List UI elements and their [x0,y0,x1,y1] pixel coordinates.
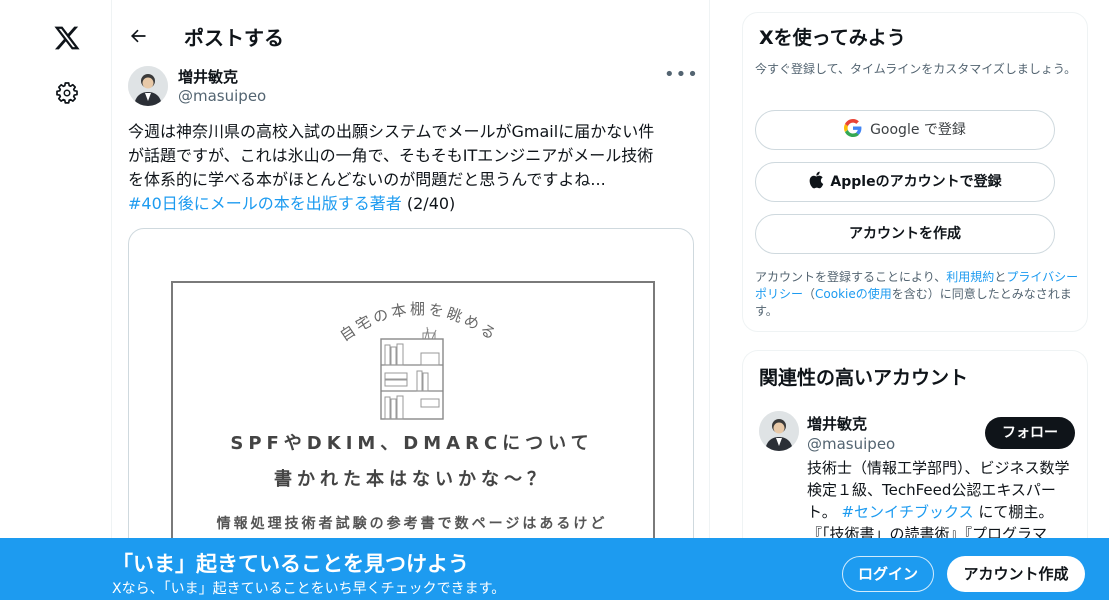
create-account-button[interactable]: アカウントを作成 [755,214,1055,254]
follow-button[interactable]: フォロー [985,417,1075,449]
post-media-image[interactable]: 自宅の本棚を眺める SPFやDKIM、DMARCについて 書かれた本はないかな～… [128,228,694,568]
post-author: 増井敏克 @masuipeo ••• [128,64,698,110]
media-text-line2: 書かれた本はないかな～？ [274,469,550,490]
related-account-bio: 技術士（情報工学部門）、ビジネス数学検定１級、TechFeed公認エキスパート。… [807,457,1077,545]
apple-signup-label: Appleのアカウントで登録 [830,174,1002,190]
related-account-handle[interactable]: @masuipeo [807,435,895,453]
media-text-line3: 情報処理技術者試験の参考書で数ページはあるけど [216,516,608,532]
terms-text-part: と [994,270,1007,284]
arrow-left-icon[interactable] [128,26,148,46]
post-text-line: を体系的に学べる本がほとんどないのが問題だと思うんですよね... [128,170,606,189]
media-text-line1: SPFやDKIM、DMARCについて [230,433,594,454]
bookshelf-illustration [380,326,444,420]
gear-icon[interactable] [55,81,79,105]
avatar[interactable] [759,411,799,451]
signup-card: Xを使ってみよう 今すぐ登録して、タイムラインをカスタマイズしましょう。 Goo… [742,12,1088,332]
author-name[interactable]: 増井敏克 [178,66,238,87]
post-text-line: が話題ですが、これは氷山の一角で、そもそもITエンジニアがメール技術 [128,146,654,165]
terms-text: アカウントを登録することにより、利用規約とプライバシーポリシー（Cookieの使… [755,269,1081,320]
post-text-line: 今週は神奈川県の高校入試の出願システムでメールがGmailに届かない件 [128,122,655,141]
cookie-link[interactable]: Cookieの使用 [815,287,892,301]
terms-text-part: アカウントを登録することにより、 [755,270,947,284]
post-tags-line: #40日後にメールの本を出版する著者 (2/40) [128,192,698,216]
google-signup-button[interactable]: Google で登録 [755,110,1055,150]
apple-icon [810,171,824,189]
terms-link[interactable]: 利用規約 [946,270,994,284]
related-title: 関連性の高いアカウント [759,367,969,389]
bio-hashtag-link[interactable]: #センイチブックス [841,503,973,521]
left-nav [0,0,112,600]
post-counter: (2/40) [406,194,456,213]
banner-subtitle: Xなら、「いま」起きていることをいち早くチェックできます。 [112,581,506,597]
avatar[interactable] [128,66,168,106]
signup-banner: 「いま」起きていることを見つけよう Xなら、「いま」起きていることをいち早くチェ… [0,538,1109,600]
main-column: ポストする 増井敏克 @masuipeo ••• 今週は神奈川県の高校入試の出願… [112,0,710,600]
page-title: ポストする [184,26,284,50]
x-logo-icon[interactable] [52,24,82,52]
banner-title: 「いま」起きていることを見つけよう [112,552,469,576]
google-icon [844,119,862,137]
hashtag-link[interactable]: #40日後にメールの本を出版する著者 [128,194,402,213]
ellipsis-icon[interactable]: ••• [664,64,698,86]
create-account-label: アカウントを作成 [849,226,961,242]
signup-title: Xを使ってみよう [759,27,906,49]
google-signup-label: Google で登録 [870,122,966,138]
top-bar: ポストする [112,0,710,72]
login-button[interactable]: ログイン [842,556,934,592]
post-text: 今週は神奈川県の高校入試の出願システムでメールがGmailに届かない件 が話題で… [128,120,698,216]
terms-text-part: （ [803,287,816,301]
signup-button[interactable]: アカウント作成 [947,556,1085,592]
apple-signup-button[interactable]: Appleのアカウントで登録 [755,162,1055,202]
author-handle[interactable]: @masuipeo [178,87,266,105]
signup-subtitle: 今すぐ登録して、タイムラインをカスタマイズしましょう。 [755,62,1077,76]
related-account-name[interactable]: 増井敏克 [807,413,867,434]
